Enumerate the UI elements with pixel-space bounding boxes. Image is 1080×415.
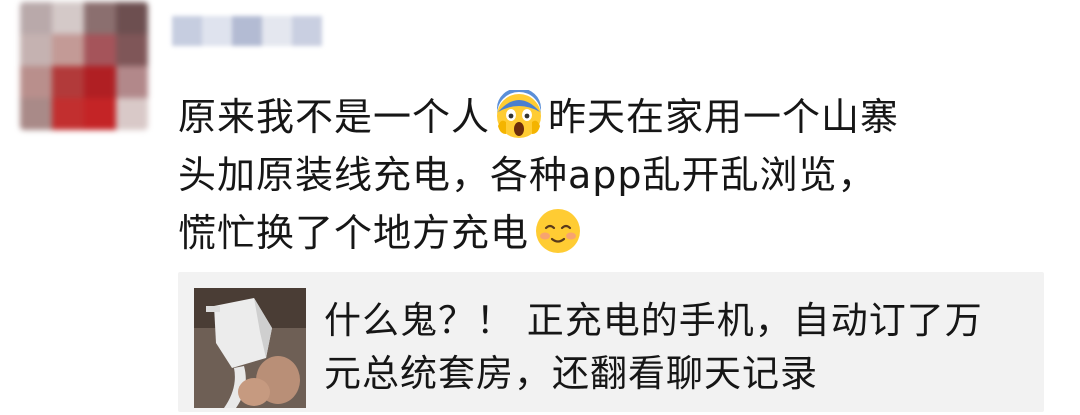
avatar[interactable] — [20, 2, 148, 130]
charger-photo-icon — [194, 288, 306, 408]
post-text-line-2: 头加原装线充电，各种app乱开乱浏览， — [178, 153, 877, 197]
moments-post: 原来我不是一个人 昨天在家用一个山寨 头加原装线充电，各种app乱开乱浏览， 慌… — [0, 0, 1080, 415]
nickname-blurred[interactable] — [172, 16, 322, 46]
scream-emoji-icon — [497, 90, 542, 138]
post-text-line-1: 原来我不是一个人 昨天在家用一个山寨 — [178, 88, 1058, 146]
post-text-line-3: 慌忙换了个地方充电 — [178, 204, 1058, 262]
link-title-line-1: 什么鬼？！ 正充电的手机，自动订了万 — [324, 299, 983, 342]
link-title: 什么鬼？！ 正充电的手机，自动订了万 元总统套房，还翻看聊天记录 — [324, 294, 1029, 400]
link-thumbnail — [194, 288, 306, 408]
smiling-blush-emoji-icon — [536, 209, 581, 253]
shared-link-card[interactable]: 什么鬼？！ 正充电的手机，自动订了万 元总统套房，还翻看聊天记录 — [178, 272, 1044, 412]
post-text-segment: 慌忙换了个地方充电 — [178, 211, 530, 255]
post-text-segment: 昨天在家用一个山寨 — [548, 95, 900, 139]
post-text: 原来我不是一个人 昨天在家用一个山寨 头加原装线充电，各种app乱开乱浏览， 慌… — [178, 88, 1058, 262]
link-title-line-2: 元总统套房，还翻看聊天记录 — [324, 352, 818, 395]
post-text-segment: 原来我不是一个人 — [178, 95, 491, 139]
